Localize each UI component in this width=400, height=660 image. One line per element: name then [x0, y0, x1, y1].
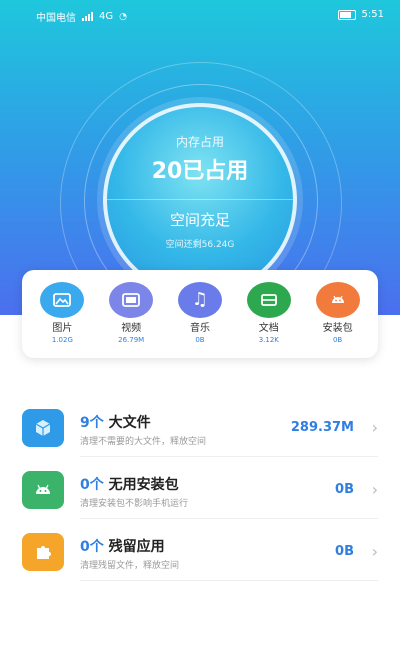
storage-remaining: 空间还剩56.24G: [165, 240, 235, 250]
status-bar: 中国电信 4G ◔ 5:51: [0, 0, 400, 32]
battery-icon: [337, 9, 356, 20]
cleanup-item-residual-apps[interactable]: 0个 残留应用 清理残留文件，释放空间 0B ›: [0, 519, 400, 581]
category-packages[interactable]: 安装包 0B: [308, 282, 368, 358]
chevron-right-icon: ›: [371, 418, 378, 437]
carrier-label: 中国电信: [36, 13, 76, 24]
storage-status: 空间充足: [169, 211, 230, 229]
cleanup-name: 残留应用: [108, 539, 165, 555]
category-photos[interactable]: 图片 1.02G: [32, 282, 92, 358]
category-size: 1.02G: [51, 336, 73, 344]
photo-icon: [40, 282, 85, 318]
category-documents[interactable]: 文档 3.12K: [239, 282, 299, 358]
cleanup-item-useless-packages[interactable]: 0个 无用安装包 清理安装包不影响手机运行 0B ›: [0, 457, 400, 519]
cleanup-name: 无用安装包: [108, 477, 179, 493]
cleanup-list: 9个 大文件 清理不需要的大文件，释放空间 289.37M › 0个 无用安装包…: [0, 395, 400, 581]
cleanup-size: 0B: [335, 482, 354, 497]
wifi-icon: ◔: [119, 11, 127, 22]
cleanup-item-large-files[interactable]: 9个 大文件 清理不需要的大文件，释放空间 289.37M ›: [0, 395, 400, 457]
chevron-right-icon: ›: [371, 480, 378, 499]
cleanup-title: 9个 大文件: [80, 412, 151, 432]
category-size: 3.12K: [258, 336, 279, 344]
android-icon: [22, 471, 64, 509]
clock: 5:51: [361, 9, 384, 20]
cleanup-desc: 清理不需要的大文件，释放空间: [80, 437, 207, 447]
category-music[interactable]: ♫ 音乐 0B: [170, 282, 230, 358]
category-name: 音乐: [189, 323, 210, 334]
music-icon: ♫: [177, 282, 222, 318]
cleanup-desc: 清理残留文件，释放空间: [80, 561, 180, 571]
divider: [80, 580, 378, 581]
cleanup-count: 9个: [80, 415, 104, 431]
cleanup-title: 0个 残留应用: [80, 536, 165, 556]
cleanup-size: 289.37M: [290, 420, 354, 435]
category-name: 图片: [52, 323, 73, 334]
cleanup-desc: 清理安装包不影响手机运行: [80, 499, 189, 509]
cleanup-size: 0B: [335, 544, 354, 559]
video-icon: [109, 282, 154, 318]
category-name: 文档: [258, 323, 279, 334]
category-videos[interactable]: 视频 26.79M: [101, 282, 161, 358]
storage-hero: 中国电信 4G ◔ 5:51 内存占用 20已占用 空间充足 空间还剩56.24…: [0, 0, 400, 344]
gauge-divider: [107, 199, 293, 200]
android-icon: [315, 282, 360, 318]
cleanup-count: 0个: [80, 539, 104, 555]
category-card: 图片 1.02G 视频 26.79M ♫ 音乐 0B 文档 3.12K 安装包 …: [22, 270, 378, 358]
puzzle-icon: [22, 533, 64, 571]
cleanup-name: 大文件: [108, 415, 151, 431]
storage-gauge[interactable]: 内存占用 20已占用 空间充足 空间还剩56.24G: [103, 103, 297, 297]
document-icon: [246, 282, 291, 318]
category-size: 0B: [332, 336, 343, 344]
box-icon: [22, 409, 64, 447]
category-name: 视频: [121, 323, 142, 334]
category-size: 26.79M: [118, 336, 145, 344]
chevron-right-icon: ›: [371, 542, 378, 561]
network-label: 4G: [99, 11, 114, 22]
cleanup-title: 0个 无用安装包: [80, 474, 179, 494]
cleanup-count: 0个: [80, 477, 104, 493]
category-size: 0B: [195, 336, 205, 344]
category-name: 安装包: [322, 323, 353, 334]
signal-icon: [82, 12, 93, 21]
storage-label: 内存占用: [175, 135, 224, 149]
storage-used: 20已占用: [151, 159, 249, 184]
